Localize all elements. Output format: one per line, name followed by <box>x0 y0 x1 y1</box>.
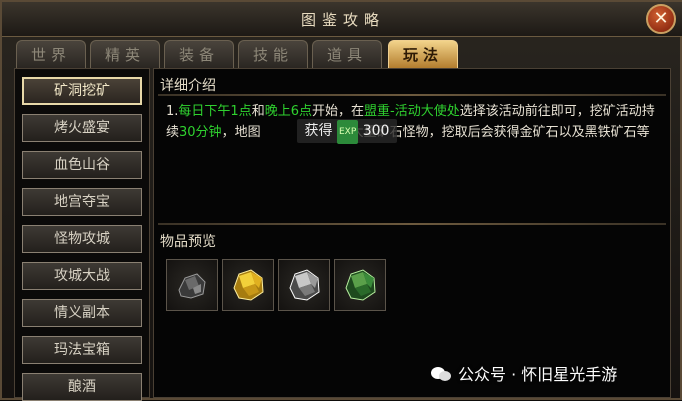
preview-heading: 物品预览 <box>160 234 216 250</box>
detail-heading: 详细介绍 <box>160 78 216 94</box>
exp-icon: EXP <box>336 120 359 144</box>
sidebar-item-brewing[interactable]: 酿酒 <box>22 373 142 401</box>
black-iron-ore-icon <box>178 273 206 299</box>
window-title: 图鉴攻略 <box>300 11 385 29</box>
sidebar-item-friendship-dungeon[interactable]: 情义副本 <box>22 299 142 327</box>
divider <box>158 223 666 225</box>
text-segment: 1. <box>166 104 179 119</box>
sidebar-item-bonfire[interactable]: 烤火盛宴 <box>22 114 142 142</box>
text-segment: 和 <box>251 104 265 119</box>
silver-ore-icon <box>289 269 320 301</box>
close-icon[interactable]: ✕ <box>646 4 676 34</box>
highlight-duration: 30分钟 <box>179 125 222 140</box>
sidebar-item-mining[interactable]: 矿洞挖矿 <box>22 77 142 105</box>
item-slot[interactable] <box>166 259 218 311</box>
gold-ore-icon <box>233 269 264 301</box>
highlight-location: 盟重-活动大使处 <box>364 104 460 119</box>
tab-item[interactable]: 道具 <box>312 40 382 68</box>
item-slot[interactable] <box>278 259 330 311</box>
tab-gameplay[interactable]: 玩法 <box>388 40 458 68</box>
tab-equipment[interactable]: 装备 <box>164 40 234 68</box>
guide-window: 图鉴攻略 ✕ 世界 精英 装备 技能 道具 玩法 矿洞挖矿 烤火盛宴 血色山谷 … <box>0 0 682 401</box>
tab-elite[interactable]: 精英 <box>90 40 160 68</box>
toast-value: 300 <box>362 123 390 139</box>
toast-label: 获得 <box>304 123 333 139</box>
text-segment: ，地图 <box>221 125 261 140</box>
green-ore-icon <box>345 269 376 301</box>
sidebar: 矿洞挖矿 烤火盛宴 血色山谷 地宫夺宝 怪物攻城 攻城大战 情义副本 玛法宝箱 … <box>14 68 150 401</box>
item-slot[interactable] <box>334 259 386 311</box>
title-bar: 图鉴攻略 <box>2 2 682 37</box>
highlight-time-2: 晚上6点 <box>264 104 312 119</box>
reward-toast: 获得 EXP 300 <box>297 119 397 144</box>
watermark: 公众号 · 怀旧星光手游 <box>430 361 617 385</box>
detail-text: 1.每日下午1点和晚上6点开始，在盟重-活动大使处选择该活动前往即可，挖矿活动持… <box>166 101 662 143</box>
divider <box>158 94 666 96</box>
sidebar-item-palace-treasure[interactable]: 地宫夺宝 <box>22 188 142 216</box>
watermark-text: 公众号 · 怀旧星光手游 <box>458 365 618 384</box>
detail-panel: 详细介绍 1.每日下午1点和晚上6点开始，在盟重-活动大使处选择该活动前往即可，… <box>153 68 671 398</box>
sidebar-item-mafa-chest[interactable]: 玛法宝箱 <box>22 336 142 364</box>
text-segment: 开始，在 <box>311 104 364 119</box>
wechat-icon <box>431 367 451 381</box>
sidebar-item-monster-siege[interactable]: 怪物攻城 <box>22 225 142 253</box>
tab-skill[interactable]: 技能 <box>238 40 308 68</box>
highlight-time-1: 每日下午1点 <box>178 104 252 119</box>
sidebar-item-blood-valley[interactable]: 血色山谷 <box>22 151 142 179</box>
tab-world[interactable]: 世界 <box>16 40 86 68</box>
item-slot[interactable] <box>222 259 274 311</box>
sidebar-item-siege-war[interactable]: 攻城大战 <box>22 262 142 290</box>
